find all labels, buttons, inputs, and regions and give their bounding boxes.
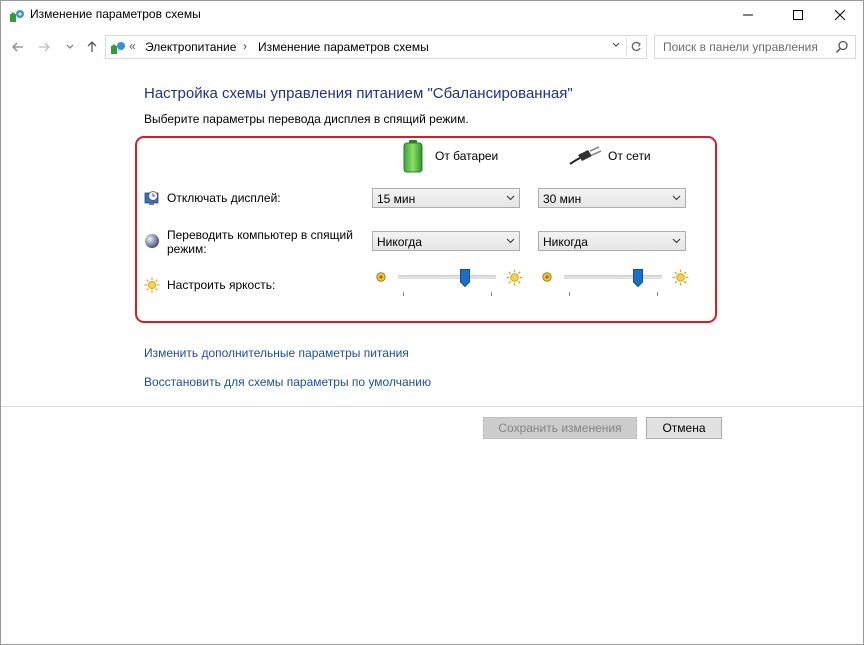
search-icon: [835, 40, 848, 54]
close-icon: [835, 10, 845, 20]
slider-tick: [491, 292, 492, 296]
breadcrumb-power-options[interactable]: Электропитание: [145, 40, 236, 54]
restore-defaults-link[interactable]: Восстановить для схемы параметры по умол…: [144, 375, 431, 389]
sun-icon: [144, 277, 160, 293]
refresh-button[interactable]: [626, 37, 645, 57]
recent-locations-button[interactable]: [61, 37, 79, 57]
brightness-battery-slider[interactable]: [398, 275, 496, 279]
minimize-icon: [743, 14, 753, 16]
address-bar[interactable]: « Электропитание › Изменение параметров …: [105, 35, 647, 59]
save-changes-button[interactable]: Сохранить изменения: [483, 417, 637, 439]
column-header-plugged: От сети: [608, 149, 651, 163]
moon-icon: [145, 234, 159, 248]
title-bar: Изменение параметров схемы: [1, 1, 863, 29]
display-off-battery-value: 15 мин: [377, 192, 416, 206]
brightness-plugged-thumb[interactable]: [632, 269, 643, 287]
close-button[interactable]: [817, 1, 863, 29]
sleep-plugged-value: Никогда: [543, 235, 588, 249]
sleep-battery-value: Никогда: [377, 235, 422, 249]
column-header-battery: От батареи: [435, 149, 499, 163]
display-off-plugged-select[interactable]: 30 мин: [538, 188, 686, 208]
breadcrumb-overflow[interactable]: «: [129, 39, 136, 53]
advanced-settings-link[interactable]: Изменить дополнительные параметры питани…: [144, 346, 409, 360]
sleep-battery-select[interactable]: Никогда: [372, 231, 520, 251]
chevron-down-icon: [672, 191, 681, 208]
power-plug-icon: [569, 146, 602, 165]
battery-icon: [403, 140, 423, 173]
sleep-label-line1: Переводить компьютер в спящий: [167, 228, 353, 242]
brightness-label: Настроить яркость:: [167, 278, 276, 292]
maximize-button[interactable]: [775, 1, 821, 29]
sleep-label-line2: режим:: [167, 242, 207, 256]
navigation-bar: « Электропитание › Изменение параметров …: [1, 34, 863, 60]
page-title: Настройка схемы управления питанием "Сба…: [144, 85, 573, 102]
cancel-button[interactable]: Отмена: [646, 417, 722, 439]
search-input[interactable]: Поиск в панели управления: [654, 35, 856, 59]
monitor-clock-icon: [144, 191, 159, 205]
breadcrumb-edit-plan[interactable]: Изменение параметров схемы: [258, 40, 429, 54]
breadcrumb-separator[interactable]: ›: [243, 39, 247, 53]
display-off-battery-select[interactable]: 15 мин: [372, 188, 520, 208]
window: Изменение параметров схемы « Электропита…: [0, 0, 864, 645]
dim-sun-icon: [376, 272, 386, 282]
page-subtitle: Выберите параметры перевода дисплея в сп…: [144, 112, 469, 126]
search-placeholder: Поиск в панели управления: [663, 40, 818, 54]
up-button[interactable]: [83, 37, 101, 57]
forward-button[interactable]: [35, 37, 53, 57]
maximize-icon: [793, 10, 803, 20]
power-options-icon: [111, 42, 125, 54]
slider-tick: [403, 292, 404, 296]
back-button[interactable]: [9, 37, 27, 57]
sleep-plugged-select[interactable]: Никогда: [538, 231, 686, 251]
window-title: Изменение параметров схемы: [30, 7, 201, 21]
brightness-plugged-slider[interactable]: [564, 275, 662, 279]
power-options-icon: [10, 10, 24, 22]
chevron-down-icon: [66, 44, 74, 49]
minimize-button[interactable]: [725, 1, 771, 29]
brightness-battery-thumb[interactable]: [459, 269, 470, 287]
display-off-plugged-value: 30 мин: [543, 192, 582, 206]
slider-tick: [657, 292, 658, 296]
bright-sun-icon: [672, 269, 689, 286]
up-arrow-icon: [87, 41, 97, 52]
chevron-down-icon: [506, 234, 515, 251]
bright-sun-icon: [506, 269, 523, 286]
divider: [1, 406, 863, 407]
chevron-down-icon: [672, 234, 681, 251]
display-off-label: Отключать дисплей:: [167, 191, 281, 205]
address-dropdown[interactable]: [612, 39, 620, 51]
chevron-down-icon: [506, 191, 515, 208]
slider-tick: [569, 292, 570, 296]
dim-sun-icon: [542, 272, 552, 282]
back-arrow-icon: [12, 42, 23, 52]
forward-arrow-icon: [39, 42, 50, 52]
refresh-icon: [631, 41, 641, 52]
chevron-down-icon: [612, 42, 620, 47]
